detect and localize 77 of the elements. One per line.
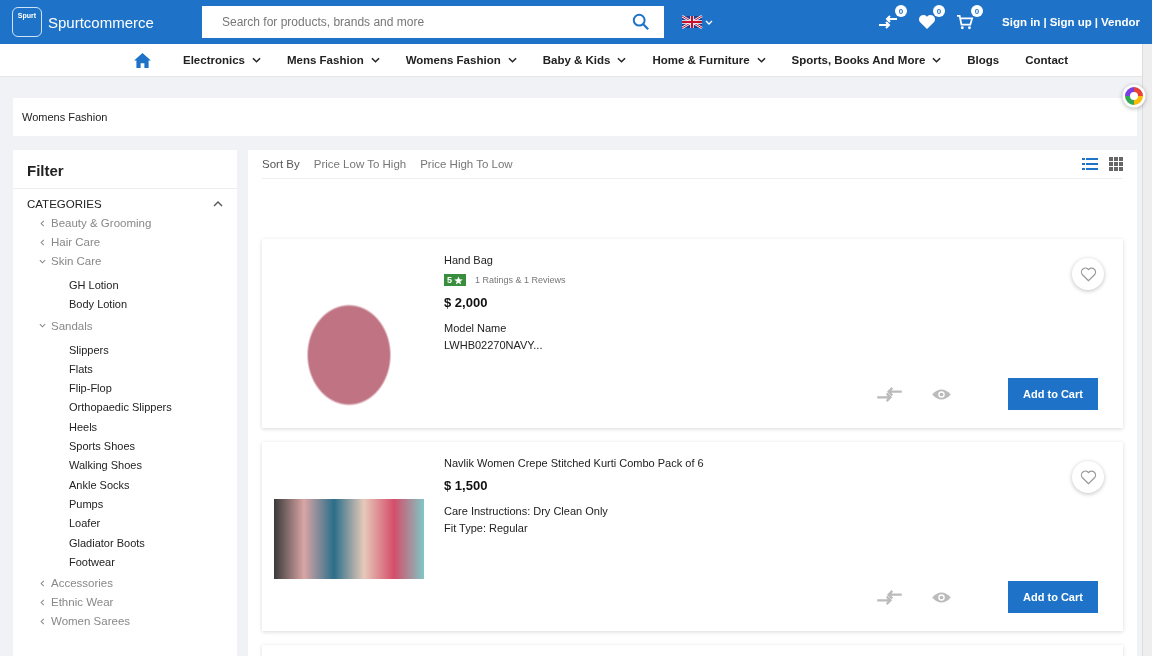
caret-icon[interactable] <box>370 57 380 63</box>
heart-icon <box>1079 266 1097 282</box>
subcategory-item[interactable]: Orthopaedic Slippers <box>69 398 237 418</box>
subcategory-item[interactable]: Slippers <box>69 340 237 360</box>
category-item[interactable]: Women Sarees <box>13 612 237 632</box>
subcategory-item[interactable]: Pumps <box>69 494 237 515</box>
search-icon[interactable] <box>632 13 650 31</box>
caret-icon[interactable] <box>617 57 627 63</box>
nav-menu-item[interactable]: Mens Fashion <box>287 54 380 66</box>
color-wheel-icon[interactable] <box>1122 84 1146 108</box>
product-detail: Fit Type: Regular <box>444 521 529 536</box>
filter-title: Filter <box>13 150 237 189</box>
rating-badge: 5 <box>444 274 466 286</box>
nav-menu-item[interactable]: Baby & Kids <box>542 54 627 66</box>
chevron-icon[interactable] <box>213 201 223 207</box>
subcategory-item[interactable]: Footwear <box>69 552 237 573</box>
add-to-cart-button[interactable]: Add to Cart <box>1008 378 1098 410</box>
reviews-text: 1 Ratings & 1 Reviews <box>475 275 566 285</box>
count-badge: 0 <box>895 5 908 17</box>
subcategory-item[interactable]: Sports Shoes <box>69 437 237 457</box>
category-item[interactable]: Sandals <box>13 316 237 336</box>
nav-menu-item[interactable]: Contact <box>1025 54 1069 66</box>
subcategory-item[interactable]: GH Lotion <box>69 276 237 296</box>
caret-icon[interactable] <box>252 57 261 63</box>
product-detail: LWHB02270NAVY... <box>444 338 544 353</box>
product-detail: Model Name <box>444 321 508 336</box>
product-name[interactable]: Hand Bag <box>444 254 876 266</box>
heart-icon[interactable] <box>918 14 937 30</box>
product-detail: Care Instructions: Dry Clean Only <box>444 504 609 519</box>
subcategory-item[interactable]: Walking Shoes <box>69 456 237 476</box>
subcategory-item[interactable]: Loafer <box>69 514 237 534</box>
nav-menu-item[interactable]: Electronics <box>183 54 261 66</box>
product-name[interactable]: Navlik Women Crepe Stitched Kurti Combo Pack of 6 <box>444 457 876 469</box>
wishlist-button[interactable] <box>1072 258 1104 290</box>
subcategory-item[interactable]: Flip-Flop <box>69 379 237 399</box>
category-item[interactable]: Skin Care <box>13 252 237 271</box>
nav-menu-item[interactable]: Sports, Books And More <box>791 54 942 66</box>
count-badge: 0 <box>933 5 946 17</box>
caret-icon[interactable] <box>932 57 942 63</box>
subcategory-item[interactable]: Body Lotion <box>69 295 237 315</box>
category-item[interactable]: Accessories <box>13 574 237 594</box>
subcategory-item[interactable]: Ankle Socks <box>69 475 237 495</box>
caret-icon[interactable] <box>507 57 517 63</box>
breadcrumb-item[interactable]: Womens Fashion <box>22 111 108 123</box>
caret-icon[interactable] <box>756 57 766 63</box>
add-to-cart-button[interactable]: Add to Cart <box>1008 581 1098 613</box>
auth-link[interactable]: Sign in <box>1002 16 1041 28</box>
subcategory-item[interactable]: Heels <box>69 417 237 438</box>
subcategory-item[interactable]: Flats <box>69 359 237 380</box>
nav-menu-item[interactable]: Home & Furniture <box>652 54 766 66</box>
grid-view-icon[interactable] <box>1109 157 1123 171</box>
sort-label: Sort By <box>262 158 300 170</box>
category-item[interactable]: Hair Care <box>13 233 237 252</box>
auth-link[interactable]: Vendor <box>1101 16 1140 28</box>
product-price: $ 1,500 <box>444 478 489 493</box>
scrollbar[interactable] <box>1142 44 1152 656</box>
list-view-icon[interactable] <box>1082 158 1098 170</box>
link-separator: | <box>1094 16 1098 28</box>
sort-option[interactable]: Price Low To High <box>313 158 407 170</box>
nav-menu-item[interactable]: Womens Fashion <box>405 54 517 66</box>
product-price: $ 2,000 <box>444 295 489 310</box>
subcategory-item[interactable]: Gladiator Boots <box>69 533 237 553</box>
sort-option[interactable]: Price High To Low <box>420 158 513 170</box>
brand-name[interactable]: Spurtcommerce <box>48 13 154 31</box>
search-field[interactable]: Search for products, brands and more <box>202 6 664 38</box>
flag-icon[interactable] <box>682 15 714 29</box>
heart-icon <box>1079 469 1097 485</box>
nav-menu-item[interactable]: Blogs <box>967 54 1000 66</box>
category-item[interactable]: Beauty & Grooming <box>13 214 237 233</box>
wishlist-button[interactable] <box>1072 461 1104 493</box>
auth-link[interactable]: Sign up <box>1049 16 1092 28</box>
home-icon[interactable] <box>134 52 151 68</box>
cart-icon[interactable] <box>956 14 975 30</box>
link-separator: | <box>1043 16 1047 28</box>
category-item[interactable]: Ethnic Wear <box>13 593 237 613</box>
section-title[interactable]: CATEGORIES <box>27 198 102 210</box>
count-badge: 0 <box>971 5 984 17</box>
